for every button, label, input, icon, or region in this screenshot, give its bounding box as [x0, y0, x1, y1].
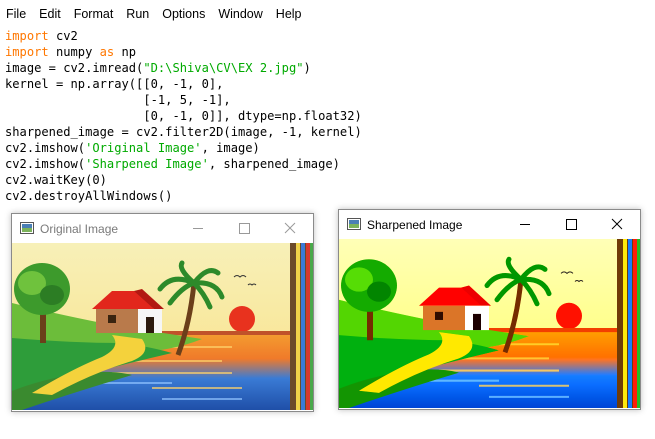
code-token: kernel = np.array([[0, -1, 0], — [5, 77, 224, 91]
code-line: cv2.imshow('Sharpened Image', sharpened_… — [5, 156, 362, 172]
close-button[interactable] — [594, 210, 640, 239]
menu-bar: File Edit Format Run Options Window Help — [0, 0, 655, 26]
code-token: sharpened_image = cv2.filter2D(image, -1… — [5, 125, 362, 139]
code-token: import — [5, 29, 49, 43]
sharpened-image-view — [339, 239, 640, 409]
code-token: , sharpened_image) — [208, 157, 340, 171]
original-image-view — [12, 243, 313, 411]
code-token: np — [114, 45, 137, 59]
code-text: import cv2 import numpy as np image = cv2.… — [5, 28, 362, 204]
menu-run[interactable]: Run — [120, 0, 156, 26]
code-line: image = cv2.imread("D:\Shiva\CV\EX 2.jpg… — [5, 60, 362, 76]
code-token: [-1, 5, -1], — [5, 93, 231, 107]
code-token: cv2.imshow( — [5, 141, 86, 155]
minimize-button[interactable] — [502, 210, 548, 239]
original-window-title: Original Image — [40, 222, 119, 236]
menu-options[interactable]: Options — [156, 0, 212, 26]
code-line: [0, -1, 0]], dtype=np.float32) — [5, 108, 362, 124]
close-button[interactable] — [267, 214, 313, 243]
code-line: import cv2 — [5, 28, 362, 44]
code-token: cv2.destroyAllWindows() — [5, 189, 173, 203]
sharpened-image-window[interactable]: Sharpened Image — [338, 209, 641, 410]
menu-edit[interactable]: Edit — [33, 0, 68, 26]
menu-window[interactable]: Window — [212, 0, 269, 26]
code-token: cv2 — [48, 29, 78, 43]
code-token: 'Original Image' — [85, 141, 202, 155]
original-image-window[interactable]: Original Image — [11, 213, 314, 412]
maximize-button[interactable] — [221, 214, 267, 243]
window-app-icon — [347, 218, 361, 230]
code-token: import — [5, 45, 49, 59]
code-line: cv2.imshow('Original Image', image) — [5, 140, 362, 156]
original-window-titlebar[interactable]: Original Image — [12, 214, 313, 243]
code-token: cv2.waitKey(0) — [5, 173, 107, 187]
code-line: [-1, 5, -1], — [5, 92, 362, 108]
sharpened-landscape-image — [339, 239, 640, 408]
code-line: import numpy as np — [5, 44, 362, 60]
code-token: , image) — [201, 141, 260, 155]
code-line: cv2.waitKey(0) — [5, 172, 362, 188]
window-app-icon — [20, 222, 34, 234]
sharpened-window-titlebar[interactable]: Sharpened Image — [339, 210, 640, 239]
minimize-button[interactable] — [175, 214, 221, 243]
menu-help[interactable]: Help — [270, 0, 309, 26]
code-token: [0, -1, 0]], dtype=np.float32) — [5, 109, 362, 123]
code-token: as — [99, 45, 115, 59]
code-token: "D:\Shiva\CV\EX 2.jpg" — [143, 61, 304, 75]
code-line: cv2.destroyAllWindows() — [5, 188, 362, 204]
menu-format[interactable]: Format — [68, 0, 121, 26]
sharpened-window-title: Sharpened Image — [367, 218, 463, 232]
original-landscape-image — [12, 243, 313, 410]
code-line: sharpened_image = cv2.filter2D(image, -1… — [5, 124, 362, 140]
code-token: numpy — [48, 45, 100, 59]
maximize-button[interactable] — [548, 210, 594, 239]
code-token: cv2.imshow( — [5, 157, 86, 171]
code-token: image = cv2.imread( — [5, 61, 144, 75]
code-line: kernel = np.array([[0, -1, 0], — [5, 76, 362, 92]
code-token: 'Sharpened Image' — [85, 157, 209, 171]
menu-file[interactable]: File — [0, 0, 33, 26]
code-token: ) — [303, 61, 311, 75]
